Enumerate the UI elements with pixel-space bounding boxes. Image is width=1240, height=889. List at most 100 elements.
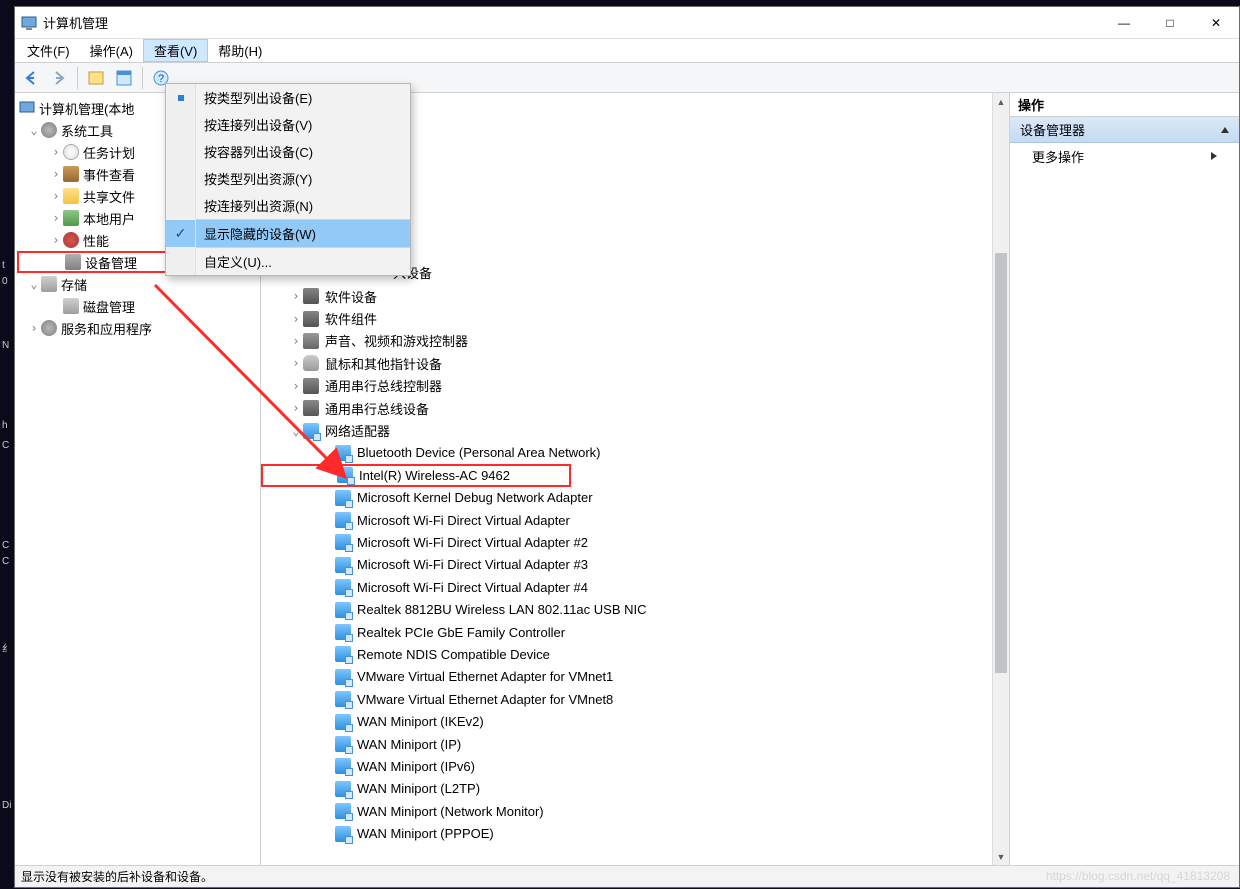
category-label: 软件组件 — [325, 309, 377, 328]
view-dropdown: 按类型列出设备(E) 按连接列出设备(V) 按容器列出设备(C) 按类型列出资源… — [165, 83, 411, 276]
expand-icon[interactable]: › — [49, 145, 63, 159]
category-software-devices[interactable]: ›软件设备 — [261, 285, 1009, 307]
adapter-item[interactable]: Realtek PCIe GbE Family Controller — [261, 621, 1009, 643]
collapse-icon[interactable]: ⌄ — [289, 424, 303, 438]
dd-by-type-resource[interactable]: 按类型列出资源(Y) — [166, 165, 410, 192]
maximize-button[interactable]: □ — [1147, 7, 1193, 39]
more-actions[interactable]: 更多操作 — [1010, 143, 1239, 169]
nic-icon — [335, 534, 351, 550]
properties-button[interactable] — [112, 66, 136, 90]
nic-icon — [335, 714, 351, 730]
menubar: 文件(F) 操作(A) 查看(V) 帮助(H) — [15, 39, 1239, 63]
category-usb-devices[interactable]: ›通用串行总线设备 — [261, 397, 1009, 419]
tree-disk-management[interactable]: 磁盘管理 — [17, 295, 258, 317]
adapter-label: Microsoft Wi-Fi Direct Virtual Adapter — [357, 513, 570, 528]
dd-by-conn-resource[interactable]: 按连接列出资源(N) — [166, 192, 410, 219]
nic-icon — [335, 803, 351, 819]
scroll-down-button[interactable]: ▼ — [993, 848, 1009, 865]
desktop-fragment: C — [2, 440, 9, 451]
expand-icon[interactable]: › — [49, 233, 63, 247]
menu-help[interactable]: 帮助(H) — [208, 39, 272, 62]
tree-services-apps[interactable]: › 服务和应用程序 — [17, 317, 258, 339]
arrow-left-icon — [22, 69, 40, 87]
tree-label: 共享文件 — [83, 187, 135, 206]
expand-icon[interactable]: › — [289, 334, 303, 348]
dd-by-container-device[interactable]: 按容器列出设备(C) — [166, 138, 410, 165]
adapter-item[interactable]: WAN Miniport (L2TP) — [261, 778, 1009, 800]
adapter-label: Microsoft Wi-Fi Direct Virtual Adapter #… — [357, 557, 588, 572]
menu-file[interactable]: 文件(F) — [17, 39, 80, 62]
menu-action[interactable]: 操作(A) — [80, 39, 143, 62]
dd-show-hidden[interactable]: ✓显示隐藏的设备(W) — [166, 220, 410, 247]
expand-icon[interactable]: › — [289, 312, 303, 326]
adapter-item[interactable]: WAN Miniport (Network Monitor) — [261, 800, 1009, 822]
adapter-item-intel-wireless[interactable]: Intel(R) Wireless-AC 9462 — [261, 464, 571, 486]
nic-icon — [335, 624, 351, 640]
adapter-item[interactable]: VMware Virtual Ethernet Adapter for VMne… — [261, 688, 1009, 710]
svg-text:?: ? — [158, 73, 164, 85]
expand-icon[interactable]: › — [49, 167, 63, 181]
scroll-up-button[interactable]: ▲ — [993, 93, 1009, 110]
adapter-label: Realtek PCIe GbE Family Controller — [357, 625, 565, 640]
minimize-button[interactable]: — — [1101, 7, 1147, 39]
adapter-item[interactable]: WAN Miniport (IP) — [261, 733, 1009, 755]
actions-header: 操作 — [1010, 93, 1239, 117]
titlebar[interactable]: 计算机管理 — □ ✕ — [15, 7, 1239, 39]
desktop-fragment: N — [2, 340, 9, 351]
adapter-item[interactable]: Remote NDIS Compatible Device — [261, 643, 1009, 665]
computer-icon — [19, 100, 35, 116]
adapter-item[interactable]: Microsoft Kernel Debug Network Adapter — [261, 487, 1009, 509]
expand-icon[interactable]: › — [289, 401, 303, 415]
adapter-label: Remote NDIS Compatible Device — [357, 647, 550, 662]
actions-section[interactable]: 设备管理器 — [1010, 117, 1239, 143]
expand-icon[interactable]: › — [49, 211, 63, 225]
adapter-item[interactable]: VMware Virtual Ethernet Adapter for VMne… — [261, 666, 1009, 688]
close-button[interactable]: ✕ — [1193, 7, 1239, 39]
adapter-item[interactable]: WAN Miniport (PPPOE) — [261, 822, 1009, 844]
category-sound[interactable]: ›声音、视频和游戏控制器 — [261, 330, 1009, 352]
collapse-icon[interactable]: ⌄ — [27, 277, 41, 291]
tree-storage[interactable]: ⌄ 存储 — [17, 273, 258, 295]
adapter-item[interactable]: WAN Miniport (IKEv2) — [261, 710, 1009, 732]
category-network-adapters[interactable]: ⌄网络适配器 — [261, 419, 1009, 441]
adapter-item[interactable]: Microsoft Wi-Fi Direct Virtual Adapter #… — [261, 531, 1009, 553]
dd-by-type-device[interactable]: 按类型列出设备(E) — [166, 84, 410, 111]
adapter-item[interactable]: Realtek 8812BU Wireless LAN 802.11ac USB… — [261, 598, 1009, 620]
collapse-icon[interactable]: ⌄ — [27, 123, 41, 137]
bullet-icon — [178, 95, 184, 101]
show-hide-tree-button[interactable] — [84, 66, 108, 90]
more-actions-label: 更多操作 — [1032, 147, 1084, 166]
dd-by-conn-device[interactable]: 按连接列出设备(V) — [166, 111, 410, 138]
expand-icon[interactable]: › — [289, 289, 303, 303]
vertical-scrollbar[interactable]: ▲ ▼ — [992, 93, 1009, 865]
actions-pane: 操作 设备管理器 更多操作 — [1009, 93, 1239, 865]
nic-icon — [335, 646, 351, 662]
nic-icon — [335, 736, 351, 752]
nic-icon — [335, 579, 351, 595]
nic-icon — [335, 445, 351, 461]
scrollbar-thumb[interactable] — [995, 253, 1007, 673]
category-mouse[interactable]: ›鼠标和其他指针设备 — [261, 352, 1009, 374]
adapter-item[interactable]: Microsoft Wi-Fi Direct Virtual Adapter — [261, 509, 1009, 531]
nav-back-button[interactable] — [19, 66, 43, 90]
adapter-item[interactable]: WAN Miniport (IPv6) — [261, 755, 1009, 777]
desktop-fragment: h — [2, 420, 8, 431]
expand-icon[interactable]: › — [27, 321, 41, 335]
nav-forward-button[interactable] — [47, 66, 71, 90]
dd-customize[interactable]: 自定义(U)... — [166, 248, 410, 275]
expand-icon[interactable]: › — [49, 189, 63, 203]
tree-device-manager[interactable]: 设备管理 — [17, 251, 177, 273]
adapter-item[interactable]: Microsoft Wi-Fi Direct Virtual Adapter #… — [261, 576, 1009, 598]
actions-section-label: 设备管理器 — [1020, 120, 1085, 139]
category-usb-controllers[interactable]: ›通用串行总线控制器 — [261, 375, 1009, 397]
adapter-item[interactable]: Bluetooth Device (Personal Area Network) — [261, 442, 1009, 464]
nic-icon — [335, 512, 351, 528]
menu-view[interactable]: 查看(V) — [143, 39, 208, 62]
category-software-components[interactable]: › 软件组件 — [261, 307, 1009, 329]
nic-icon — [337, 467, 353, 483]
computer-management-window: 计算机管理 — □ ✕ 文件(F) 操作(A) 查看(V) 帮助(H) ? 计算… — [14, 6, 1240, 888]
expand-icon[interactable]: › — [289, 379, 303, 393]
adapter-label: Microsoft Kernel Debug Network Adapter — [357, 490, 593, 505]
adapter-item[interactable]: Microsoft Wi-Fi Direct Virtual Adapter #… — [261, 554, 1009, 576]
expand-icon[interactable]: › — [289, 356, 303, 370]
